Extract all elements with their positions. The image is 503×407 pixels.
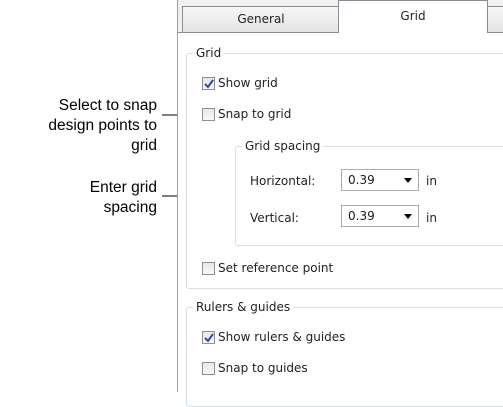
set-reference-point-checkbox[interactable] (202, 261, 215, 275)
grid-spacing-title: Grid spacing (242, 138, 324, 154)
show-grid-checkbox-row[interactable]: Show grid (202, 76, 278, 90)
snap-to-grid-checkbox-row[interactable]: Snap to grid (202, 107, 291, 121)
snap-to-guides-checkbox-row[interactable]: Snap to guides (202, 361, 308, 375)
grid-tab-panel: Grid Show grid Snap to grid Grid spacing… (178, 32, 503, 407)
options-dialog: General Grid Grid Show grid Snap to grid (177, 0, 503, 407)
vertical-label: Vertical: (250, 211, 299, 225)
tab-grid[interactable]: Grid (338, 0, 488, 33)
horizontal-spacing-value: 0.39 (348, 173, 375, 187)
snap-to-guides-checkbox[interactable] (202, 361, 215, 375)
show-rulers-checkbox[interactable] (202, 330, 215, 344)
grid-spacing-group: Grid spacing Horizontal: 0.39 in Vertica… (235, 138, 503, 246)
rulers-guides-group: Rulers & guides Show rulers & guides Sna… (186, 299, 503, 407)
grid-group: Grid Show grid Snap to grid Grid spacing… (186, 45, 503, 289)
show-grid-label: Show grid (218, 76, 278, 90)
tab-next[interactable] (486, 6, 503, 32)
horizontal-label: Horizontal: (250, 174, 316, 188)
tab-grid-label: Grid (400, 9, 426, 23)
snap-to-grid-checkbox[interactable] (202, 107, 215, 121)
dropdown-arrow-icon[interactable] (404, 178, 412, 183)
checkmark-icon (204, 78, 214, 89)
tab-strip: General Grid (178, 0, 503, 33)
grid-group-title: Grid (193, 45, 225, 61)
horizontal-unit: in (426, 174, 437, 188)
tab-general[interactable]: General (182, 6, 340, 32)
snap-to-grid-label: Snap to grid (218, 107, 292, 121)
tab-general-label: General (237, 12, 285, 26)
vertical-spacing-value: 0.39 (348, 209, 375, 223)
rulers-guides-title: Rulers & guides (193, 299, 294, 315)
show-rulers-label: Show rulers & guides (218, 330, 346, 344)
vertical-spacing-combobox[interactable]: 0.39 (341, 205, 419, 227)
horizontal-spacing-combobox[interactable]: 0.39 (341, 169, 419, 191)
dropdown-arrow-icon[interactable] (404, 214, 412, 219)
set-reference-point-checkbox-row[interactable]: Set reference point (202, 261, 333, 275)
show-rulers-checkbox-row[interactable]: Show rulers & guides (202, 330, 345, 344)
checkmark-icon (204, 332, 214, 343)
snap-to-guides-label: Snap to guides (218, 361, 308, 375)
show-grid-checkbox[interactable] (202, 76, 215, 90)
vertical-unit: in (426, 211, 437, 225)
set-reference-point-label: Set reference point (218, 261, 334, 275)
